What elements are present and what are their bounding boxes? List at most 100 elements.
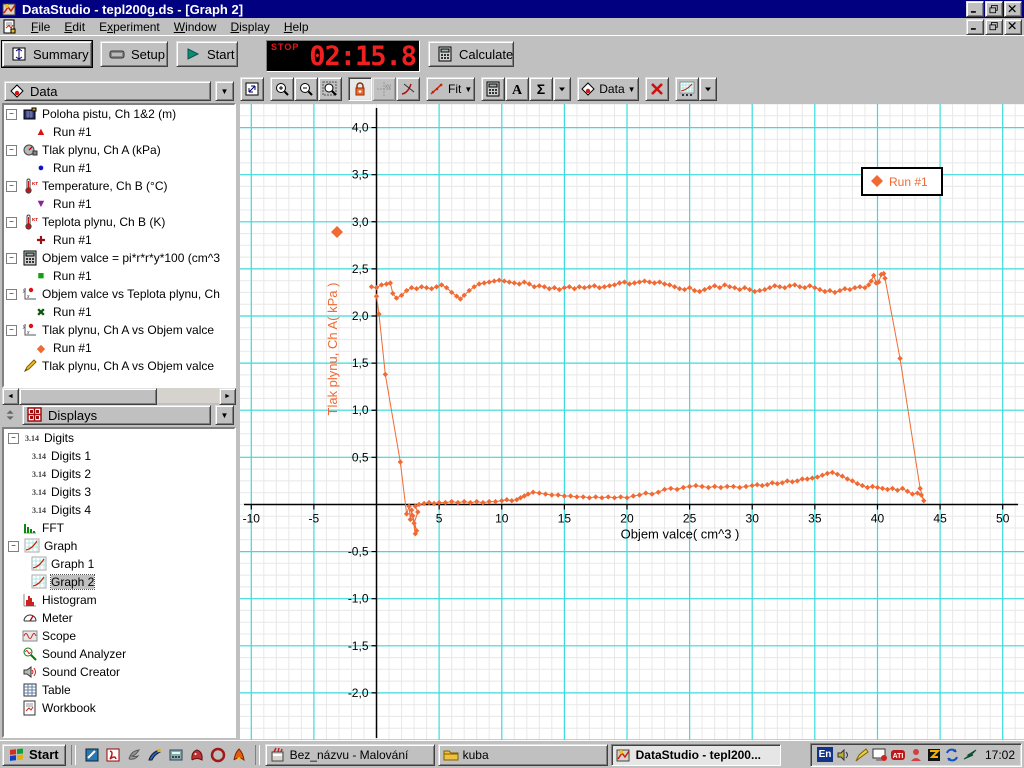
data-tree-item[interactable]: − KTD Teplota plynu, Ch B (K) bbox=[4, 213, 234, 231]
slope-tool-button[interactable] bbox=[396, 77, 420, 101]
menu-item-display[interactable]: Display bbox=[223, 19, 276, 35]
display-tree-item-graph-1[interactable]: Graph 1 bbox=[4, 555, 234, 573]
zoom-out-button[interactable] bbox=[294, 77, 318, 101]
data-tree-item[interactable]: − KTD Temperature, Ch B (°C) bbox=[4, 177, 234, 195]
task-button-kuba[interactable]: kuba bbox=[437, 743, 608, 766]
menu-item-help[interactable]: Help bbox=[277, 19, 316, 35]
collapse-box[interactable]: − bbox=[6, 108, 17, 120]
legend[interactable]: Run #1 bbox=[861, 167, 943, 196]
zoom-in-button[interactable] bbox=[270, 77, 294, 101]
collapse-box[interactable]: − bbox=[6, 324, 17, 336]
data-tree-hscrollbar[interactable]: ◄ ► bbox=[2, 388, 236, 405]
plot-canvas[interactable]: -10 -5 5 10 15 20 25 30 35 40 45 50 4,0 3,5 3,0 2,5 2,0 1… bbox=[240, 104, 1024, 740]
collapse-box[interactable]: − bbox=[6, 252, 17, 264]
data-tree-item[interactable]: − x y Objem valce vs Teplota plynu, Ch bbox=[4, 285, 234, 303]
menu-item-edit[interactable]: Edit bbox=[57, 19, 92, 35]
data-menu-button[interactable]: Data ▼ bbox=[577, 77, 639, 101]
quicklaunch-icon-8[interactable] bbox=[231, 747, 247, 763]
xy-tool-button[interactable]: xy bbox=[372, 77, 396, 101]
display-tree-item-table[interactable]: Table bbox=[4, 681, 234, 699]
data-summary-button[interactable]: Data bbox=[4, 81, 211, 101]
collapse-box[interactable]: − bbox=[8, 432, 19, 444]
menu-item-window[interactable]: Window bbox=[167, 19, 224, 35]
quicklaunch-icon-1[interactable] bbox=[84, 747, 100, 763]
smart-tool-button[interactable] bbox=[348, 77, 372, 101]
run-item[interactable]: ✖ Run #1 bbox=[4, 303, 234, 321]
data-tree-item[interactable]: − Poloha pistu, Ch 1&2 (m) bbox=[4, 105, 234, 123]
collapse-box[interactable]: − bbox=[6, 216, 17, 228]
agent-icon[interactable] bbox=[908, 747, 924, 763]
zoom-select-button[interactable] bbox=[318, 77, 342, 101]
quicklaunch-icon-3[interactable] bbox=[126, 747, 142, 763]
scroll-right-button[interactable]: ► bbox=[219, 388, 236, 405]
statistics-button[interactable]: Σ bbox=[529, 77, 554, 101]
app-close-button[interactable] bbox=[1004, 1, 1022, 17]
scroll-thumb[interactable] bbox=[19, 388, 157, 405]
calculate-button[interactable]: Calculate bbox=[428, 41, 514, 67]
doc-restore-button[interactable] bbox=[985, 18, 1003, 35]
data-tree-item[interactable]: − Tlak plynu, Ch A (kPa) bbox=[4, 141, 234, 159]
run-item[interactable]: ▼ Run #1 bbox=[4, 195, 234, 213]
volume-icon[interactable] bbox=[836, 747, 852, 763]
task-button-bez_názvu[interactable]: Bez_názvu - Malování bbox=[264, 743, 435, 766]
display-tree-item-sound-creator[interactable]: Sound Creator bbox=[4, 663, 234, 681]
displays-summary-button[interactable]: Displays bbox=[22, 405, 211, 425]
quicklaunch-icon-6[interactable] bbox=[189, 747, 205, 763]
run-item[interactable]: ● Run #1 bbox=[4, 159, 234, 177]
display-tree-item-digits-1[interactable]: 3.14 Digits 1 bbox=[4, 447, 234, 465]
zonealarm-icon[interactable] bbox=[926, 747, 942, 763]
statistics-dropdown-button[interactable] bbox=[553, 77, 572, 101]
display-tree-item-graph[interactable]: − Graph bbox=[4, 537, 234, 555]
summary-button[interactable]: Summary bbox=[1, 40, 93, 68]
collapse-box[interactable]: − bbox=[8, 540, 19, 552]
run-item[interactable]: ◆ Run #1 bbox=[4, 339, 234, 357]
collapse-box[interactable]: − bbox=[6, 144, 17, 156]
display-tree-item-graph-2[interactable]: Graph 2 bbox=[4, 573, 234, 591]
title-bar[interactable]: DataStudio - tepl200g.ds - [Graph 2] bbox=[0, 0, 1024, 18]
display-tree-item-scope[interactable]: Scope bbox=[4, 627, 234, 645]
scroll-left-button[interactable]: ◄ bbox=[2, 388, 19, 405]
collapse-box[interactable]: − bbox=[6, 288, 17, 300]
delete-display-button[interactable] bbox=[644, 77, 669, 101]
quicklaunch-icon-7[interactable] bbox=[210, 747, 226, 763]
display-tree-item-digits[interactable]: −3.14 Digits bbox=[4, 429, 234, 447]
data-tree-item[interactable]: − Objem valce = pi*r*r*y*100 (cm^3 bbox=[4, 249, 234, 267]
display-tree-item-digits-2[interactable]: 3.14 Digits 2 bbox=[4, 465, 234, 483]
graph-display[interactable]: -10 -5 5 10 15 20 25 30 35 40 45 50 4,0 3,5 3,0 2,5 2,0 1… bbox=[240, 104, 1024, 740]
displays-dropdown-button[interactable]: ▼ bbox=[215, 405, 234, 425]
language-indicator[interactable]: En bbox=[816, 747, 833, 762]
display-tree-item-histogram[interactable]: Histogram bbox=[4, 591, 234, 609]
quicklaunch-icon-5[interactable] bbox=[168, 747, 184, 763]
quicklaunch-icon-2[interactable] bbox=[105, 747, 121, 763]
data-dropdown-button[interactable]: ▼ bbox=[215, 81, 234, 101]
run-item[interactable]: ■ Run #1 bbox=[4, 267, 234, 285]
display-tree-item-workbook[interactable]: Workbook bbox=[4, 699, 234, 717]
display-icon[interactable] bbox=[872, 747, 888, 763]
data-tree-item[interactable]: − x y Tlak plynu, Ch A vs Objem valce bbox=[4, 321, 234, 339]
calculator-tool-button[interactable] bbox=[481, 77, 506, 101]
scale-to-fit-button[interactable] bbox=[240, 77, 264, 101]
display-tree-item-meter[interactable]: Meter bbox=[4, 609, 234, 627]
collapse-box[interactable]: − bbox=[6, 180, 17, 192]
run-item[interactable]: ✚ Run #1 bbox=[4, 231, 234, 249]
flash-icon[interactable] bbox=[962, 747, 978, 763]
splitter-icon[interactable] bbox=[4, 408, 18, 423]
sync-icon[interactable] bbox=[944, 747, 960, 763]
text-annotation-button[interactable]: A bbox=[505, 77, 530, 101]
fit-menu-button[interactable]: Fit ▼ bbox=[426, 77, 476, 101]
pen-icon[interactable] bbox=[854, 747, 870, 763]
run-item[interactable]: ▲ Run #1 bbox=[4, 123, 234, 141]
doc-minimize-button[interactable] bbox=[966, 18, 984, 35]
app-minimize-button[interactable] bbox=[966, 1, 984, 17]
x-axis-label[interactable]: Objem valce( cm^3 ) bbox=[621, 526, 740, 541]
display-tree-item-digits-3[interactable]: 3.14 Digits 3 bbox=[4, 483, 234, 501]
menu-item-file[interactable]: File bbox=[24, 19, 57, 35]
graph-settings-dropdown-button[interactable] bbox=[698, 77, 717, 101]
y-axis-label[interactable]: Tlak plynu, Ch A( kPa ) bbox=[325, 283, 340, 416]
display-tree-item-sound-analyzer[interactable]: Sound Analyzer bbox=[4, 645, 234, 663]
data-tree-item[interactable]: Tlak plynu, Ch A vs Objem valce bbox=[4, 357, 234, 375]
ati-icon[interactable]: ATI bbox=[890, 747, 906, 763]
display-tree-item-digits-4[interactable]: 3.14 Digits 4 bbox=[4, 501, 234, 519]
quicklaunch-icon-4[interactable] bbox=[147, 747, 163, 763]
doc-close-button[interactable] bbox=[1004, 18, 1022, 35]
